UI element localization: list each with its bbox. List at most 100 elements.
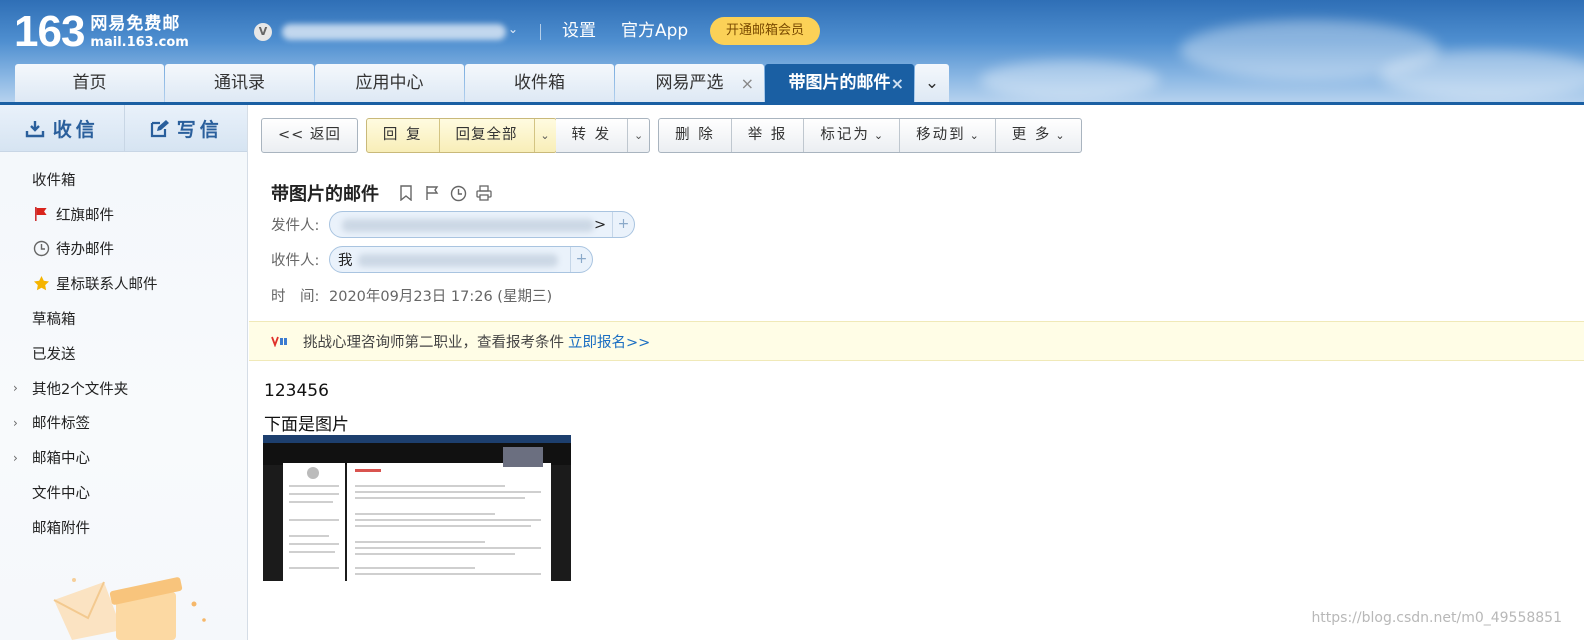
folder-label: 已发送 [32,346,76,363]
mark-as-dropdown[interactable]: 标记为 ⌄ [803,119,899,152]
mail-body-line: 下面是图片 [264,415,349,435]
image-thumbnail [503,447,543,467]
time-value: 2020年09月23日 17:26 (星期三) [329,289,553,305]
back-button[interactable]: << 返回 [262,119,357,152]
tab-home[interactable]: 首页 [15,64,164,103]
folder-sent[interactable]: 已发送 [0,336,247,371]
flag-icon[interactable] [423,184,441,202]
reply-all-button[interactable]: 回复全部 [438,119,534,152]
tab-bar: 首页 通讯录 应用中心 收件箱 网易严选 × 带图片的邮件 × ⌄ [15,64,950,103]
account-chevron-icon[interactable]: ⌄ [508,22,518,36]
forward-button[interactable]: 转 发 [556,119,628,152]
close-icon[interactable]: × [891,64,904,103]
logo[interactable]: 163 网易免费邮 mail.163.com [14,10,189,54]
back-group: << 返回 [261,118,358,153]
mail-subject: 带图片的邮件 [271,180,493,206]
inbox-download-icon [25,120,44,137]
folder-label: 邮箱附件 [32,520,90,537]
image-profile-card [283,463,345,581]
logo-cn-text: 网易免费邮 [90,14,181,34]
mail-header: 带图片的邮件 [271,180,493,206]
recipient-address-blurred [358,254,558,267]
tab-label: 网易严选 [655,73,724,93]
folder-todo[interactable]: 待办邮件 [0,232,247,267]
compose-bar: 收信 写信 [0,105,247,152]
header-divider [540,24,541,40]
mail-reader: << 返回 回 复 回复全部 ⌄ 转 发 ⌄ 删 除 举 报 标记为 ⌄ 移动到 ⌄… [249,105,1584,640]
tab-yanxuan[interactable]: 网易严选 × [615,64,764,103]
sender-row: 发件人: > + [271,211,635,238]
report-button[interactable]: 举 报 [730,119,804,152]
folder-mail-center[interactable]: › 邮箱中心 [0,440,247,475]
tab-inbox[interactable]: 收件箱 [465,64,614,103]
mark-as-label: 标记为 [820,127,870,143]
image-topbar [263,435,571,443]
sidebar: 收信 写信 收件箱 红旗邮件 待办邮件 星标联系人邮件 草稿箱 已发送 › 其他2… [0,105,248,640]
print-icon[interactable] [475,184,493,202]
ad-signup-link[interactable]: 立即报名>> [568,331,650,352]
settings-link[interactable]: 设置 [562,20,596,42]
red-flag-icon [32,205,50,223]
folder-drafts[interactable]: 草稿箱 [0,301,247,336]
bookmark-icon[interactable] [397,184,415,202]
recipient-pill[interactable]: 我 + [329,246,593,273]
chevron-down-icon: ⌄ [924,73,940,93]
sender-pill[interactable]: > + [329,211,635,238]
open-vip-button[interactable]: 开通邮箱会员 [710,17,820,45]
close-icon[interactable]: × [741,64,754,103]
move-to-label: 移动到 [916,127,966,143]
add-contact-icon[interactable]: + [612,212,634,237]
sender-address-blurred [342,219,594,232]
ad-logo-icon [271,334,291,348]
chevron-down-icon: ⌄ [1055,129,1065,142]
tab-contacts[interactable]: 通讯录 [165,64,314,103]
folder-label: 红旗邮件 [56,207,114,224]
folder-other[interactable]: › 其他2个文件夹 [0,371,247,406]
folder-file-center[interactable]: 文件中心 [0,475,247,510]
official-app-link[interactable]: 官方App [621,20,688,42]
mail-toolbar: << 返回 回 复 回复全部 ⌄ 转 发 ⌄ 删 除 举 报 标记为 ⌄ 移动到 ⌄… [261,118,1090,153]
sender-pill-end: > [594,216,607,233]
embedded-image[interactable] [263,435,571,581]
reply-options-chevron-icon[interactable]: ⌄ [533,119,556,152]
tab-app-center[interactable]: 应用中心 [315,64,464,103]
compose-mail-button[interactable]: 写信 [123,105,248,152]
folder-attachments[interactable]: 邮箱附件 [0,510,247,545]
forward-group: 转 发 ⌄ [555,118,651,153]
image-article-list [347,463,551,581]
tab-label: 应用中心 [355,73,424,93]
tab-current-mail[interactable]: 带图片的邮件 × [765,64,914,103]
folder-starred-contacts[interactable]: 星标联系人邮件 [0,266,247,301]
folder-red-flag[interactable]: 红旗邮件 [0,197,247,232]
reminder-clock-icon[interactable] [449,184,467,202]
folder-label: 邮箱中心 [32,451,90,468]
user-account-blurred[interactable] [282,24,506,40]
ad-text: 挑战心理咨询师第二职业，查看报考条件 [303,334,564,351]
forward-options-chevron-icon[interactable]: ⌄ [627,119,649,152]
chevron-right-icon: › [13,381,18,396]
receive-mail-button[interactable]: 收信 [0,105,124,152]
more-dropdown[interactable]: 更 多 ⌄ [994,119,1081,152]
envelope-illustration-icon [53,577,206,640]
folder-list: 收件箱 红旗邮件 待办邮件 星标联系人邮件 草稿箱 已发送 › 其他2个文件夹 ›… [0,152,247,545]
tab-label: 带图片的邮件 [788,73,891,93]
move-to-dropdown[interactable]: 移动到 ⌄ [899,119,995,152]
subject-actions [397,184,493,202]
folder-label: 收件箱 [32,172,76,189]
add-contact-icon[interactable]: + [570,247,592,272]
more-label: 更 多 [1011,127,1052,143]
folder-inbox[interactable]: 收件箱 [0,162,247,197]
tab-label: 通讯录 [214,73,265,93]
delete-button[interactable]: 删 除 [659,119,731,152]
reply-group: 回 复 回复全部 ⌄ [365,118,557,153]
folder-tags[interactable]: › 邮件标签 [0,406,247,441]
tab-label: 首页 [72,73,107,93]
chevron-right-icon: › [13,415,18,430]
recipient-row: 收件人: 我 + [271,246,593,273]
tab-more-dropdown[interactable]: ⌄ [915,64,949,103]
tab-label: 收件箱 [514,73,565,93]
action-group: 删 除 举 报 标记为 ⌄ 移动到 ⌄ 更 多 ⌄ [658,118,1082,153]
reply-button[interactable]: 回 复 [367,119,439,152]
time-row: 时 间: 2020年09月23日 17:26 (星期三) [271,285,552,306]
vip-level-icon[interactable]: V [254,23,272,41]
